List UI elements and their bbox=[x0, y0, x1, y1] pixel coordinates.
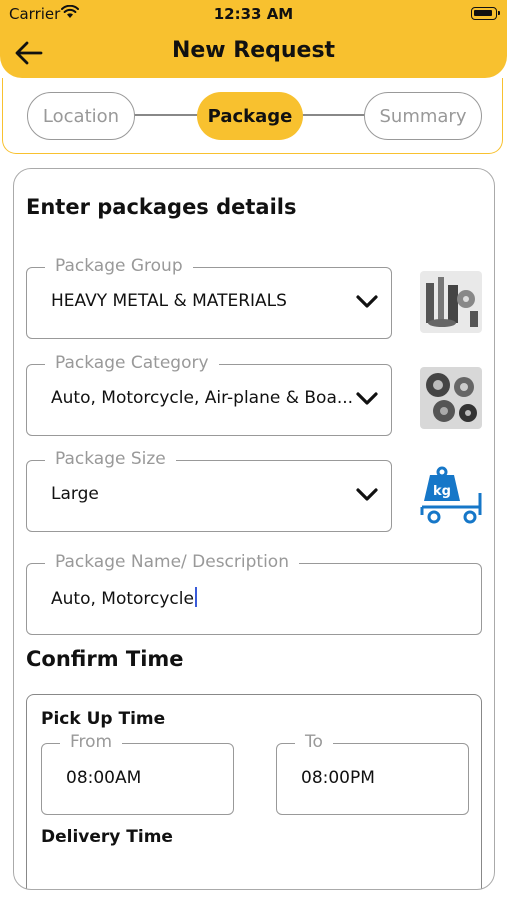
step-label: Summary bbox=[379, 105, 467, 127]
app-header: Carrier 12:33 AM New Request bbox=[0, 0, 507, 78]
pickup-to-label: To bbox=[295, 732, 333, 752]
page-title: New Request bbox=[171, 38, 336, 63]
package-size-label: Package Size bbox=[45, 449, 176, 469]
battery-icon bbox=[471, 7, 500, 20]
auto-parts-thumbnail bbox=[420, 367, 482, 429]
package-description-value: Auto, Motorcycle bbox=[51, 587, 197, 609]
kg-text: kg bbox=[433, 484, 451, 499]
step-package[interactable]: Package bbox=[197, 92, 303, 140]
package-size-value: Large bbox=[51, 484, 99, 504]
chevron-down-icon bbox=[356, 488, 378, 501]
package-details-card: Enter packages details Package Group HEA… bbox=[13, 168, 495, 890]
stepper-connector bbox=[133, 114, 201, 116]
package-description-label: Package Name/ Description bbox=[45, 552, 299, 572]
stepper-connector bbox=[301, 114, 365, 116]
delivery-time-title: Delivery Time bbox=[41, 827, 173, 847]
package-size-select[interactable]: Package Size Large bbox=[26, 449, 392, 532]
package-category-label: Package Category bbox=[45, 353, 219, 373]
package-category-value: Auto, Motorcycle, Air-plane & Boa... bbox=[51, 388, 354, 408]
weight-cart-icon: kg bbox=[420, 463, 482, 525]
package-group-label: Package Group bbox=[45, 256, 193, 276]
progress-stepper: Location Package Summary bbox=[2, 78, 503, 154]
status-time: 12:33 AM bbox=[213, 5, 294, 23]
pickup-time-title: Pick Up Time bbox=[41, 709, 166, 729]
pickup-from-label: From bbox=[60, 732, 123, 752]
step-location[interactable]: Location bbox=[27, 92, 135, 140]
package-category-select[interactable]: Package Category Auto, Motorcycle, Air-p… bbox=[26, 353, 392, 436]
status-bar: Carrier 12:33 AM bbox=[0, 0, 507, 28]
section-title-package: Enter packages details bbox=[26, 195, 297, 219]
package-description-input[interactable]: Package Name/ Description Auto, Motorcyc… bbox=[26, 552, 482, 635]
chevron-down-icon bbox=[356, 392, 378, 405]
pickup-from-input[interactable]: From 08:00AM bbox=[41, 732, 234, 815]
time-box: Pick Up Time From 08:00AM To 08:00PM Del… bbox=[26, 694, 482, 889]
pickup-from-value: 08:00AM bbox=[66, 768, 142, 788]
package-group-select[interactable]: Package Group HEAVY METAL & MATERIALS bbox=[26, 256, 392, 339]
step-label: Location bbox=[42, 105, 120, 127]
step-summary[interactable]: Summary bbox=[364, 92, 482, 140]
chevron-down-icon bbox=[356, 295, 378, 308]
pickup-to-input[interactable]: To 08:00PM bbox=[276, 732, 469, 815]
text-cursor bbox=[194, 587, 197, 607]
package-group-value: HEAVY METAL & MATERIALS bbox=[51, 291, 287, 311]
pickup-to-value: 08:00PM bbox=[301, 768, 375, 788]
section-title-confirm-time: Confirm Time bbox=[26, 647, 184, 671]
metal-parts-thumbnail bbox=[420, 271, 482, 333]
step-label: Package bbox=[207, 105, 293, 127]
